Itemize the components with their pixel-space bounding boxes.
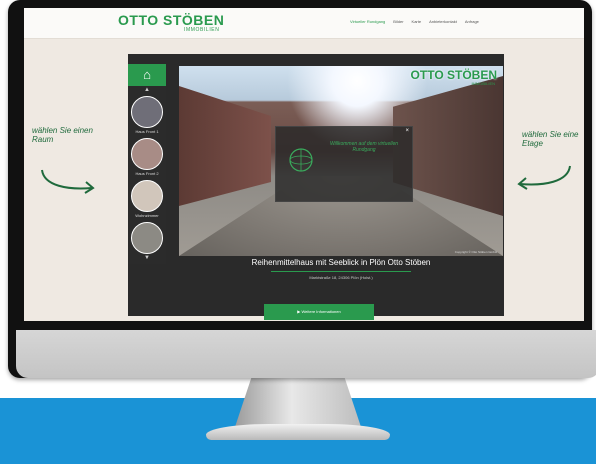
home-icon: ⌂ [143, 67, 151, 82]
listing-caption: Reihenmittelhaus mit Seeblick in Plön Ot… [179, 256, 503, 286]
nav-item-map[interactable]: Karte [412, 19, 422, 24]
monitor-bezel: OTTO STÖBEN IMMOBILIEN Virtueller Rundga… [8, 0, 596, 378]
listing-title: Reihenmittelhaus mit Seeblick in Plön Ot… [251, 258, 431, 267]
panorama-logo: OTTO STÖBEN [410, 68, 497, 82]
room-label-2: Wohnzimmer [135, 213, 159, 218]
room-thumbnails: ▲ Haus Front 1 Haus Front 2 Wohnzimmer ▼ [128, 86, 166, 264]
nav-item-images[interactable]: Bilder [393, 19, 403, 24]
welcome-popup: × Willkommen auf dem virtuellen Rundgang [275, 126, 413, 202]
nav-item-contact[interactable]: Anbieterkontakt [429, 19, 457, 24]
hint-choose-room: wählen Sie einen Raum [32, 126, 93, 144]
sphere-icon [289, 148, 313, 172]
caption-divider [271, 271, 411, 272]
screen: OTTO STÖBEN IMMOBILIEN Virtueller Rundga… [24, 8, 584, 321]
main-nav: Virtueller Rundgang Bilder Karte Anbiete… [350, 19, 479, 24]
nav-item-virtual-tour[interactable]: Virtueller Rundgang [350, 19, 385, 24]
nav-item-inquiry[interactable]: Anfrage [465, 19, 479, 24]
more-info-label: Weitere Informationen [301, 309, 341, 314]
chevron-up-icon[interactable]: ▲ [128, 86, 166, 94]
room-thumb-0[interactable] [131, 96, 163, 128]
building-left [179, 86, 271, 206]
monitor-base [206, 424, 390, 440]
monitor-neck [234, 376, 362, 430]
room-thumb-2[interactable] [131, 180, 163, 212]
room-thumb-3[interactable] [131, 222, 163, 254]
chevron-down-icon[interactable]: ▼ [128, 254, 166, 262]
home-button[interactable]: ⌂ [128, 64, 166, 86]
hint-choose-floor: wählen Sie eine Etage [522, 130, 579, 148]
monitor-chin [16, 330, 596, 378]
room-label-1: Haus Front 2 [135, 171, 159, 176]
listing-address: Marktstraße 18, 24306 Plön (Holst.) [309, 275, 373, 280]
room-thumb-1[interactable] [131, 138, 163, 170]
arrow-left-icon [517, 165, 571, 190]
brand-logo-subtitle: IMMOBILIEN [184, 27, 220, 33]
copyright-text: Copyright © Otto Stöben GmbH [454, 250, 497, 254]
panorama-logo-subtitle: IMMOBILIEN [471, 81, 495, 86]
arrow-right-icon [41, 169, 95, 194]
panorama-view[interactable]: OTTO STÖBEN IMMOBILIEN × Willkommen auf … [179, 66, 503, 256]
brand-logo[interactable]: OTTO STÖBEN [118, 12, 224, 28]
popup-text: Willkommen auf dem virtuellen Rundgang [329, 141, 399, 153]
site-header: OTTO STÖBEN IMMOBILIEN Virtueller Rundga… [24, 8, 584, 39]
close-icon[interactable]: × [405, 128, 409, 134]
more-info-button[interactable]: ▶ Weitere Informationen [264, 304, 374, 320]
room-label-0: Haus Front 1 [135, 129, 159, 134]
